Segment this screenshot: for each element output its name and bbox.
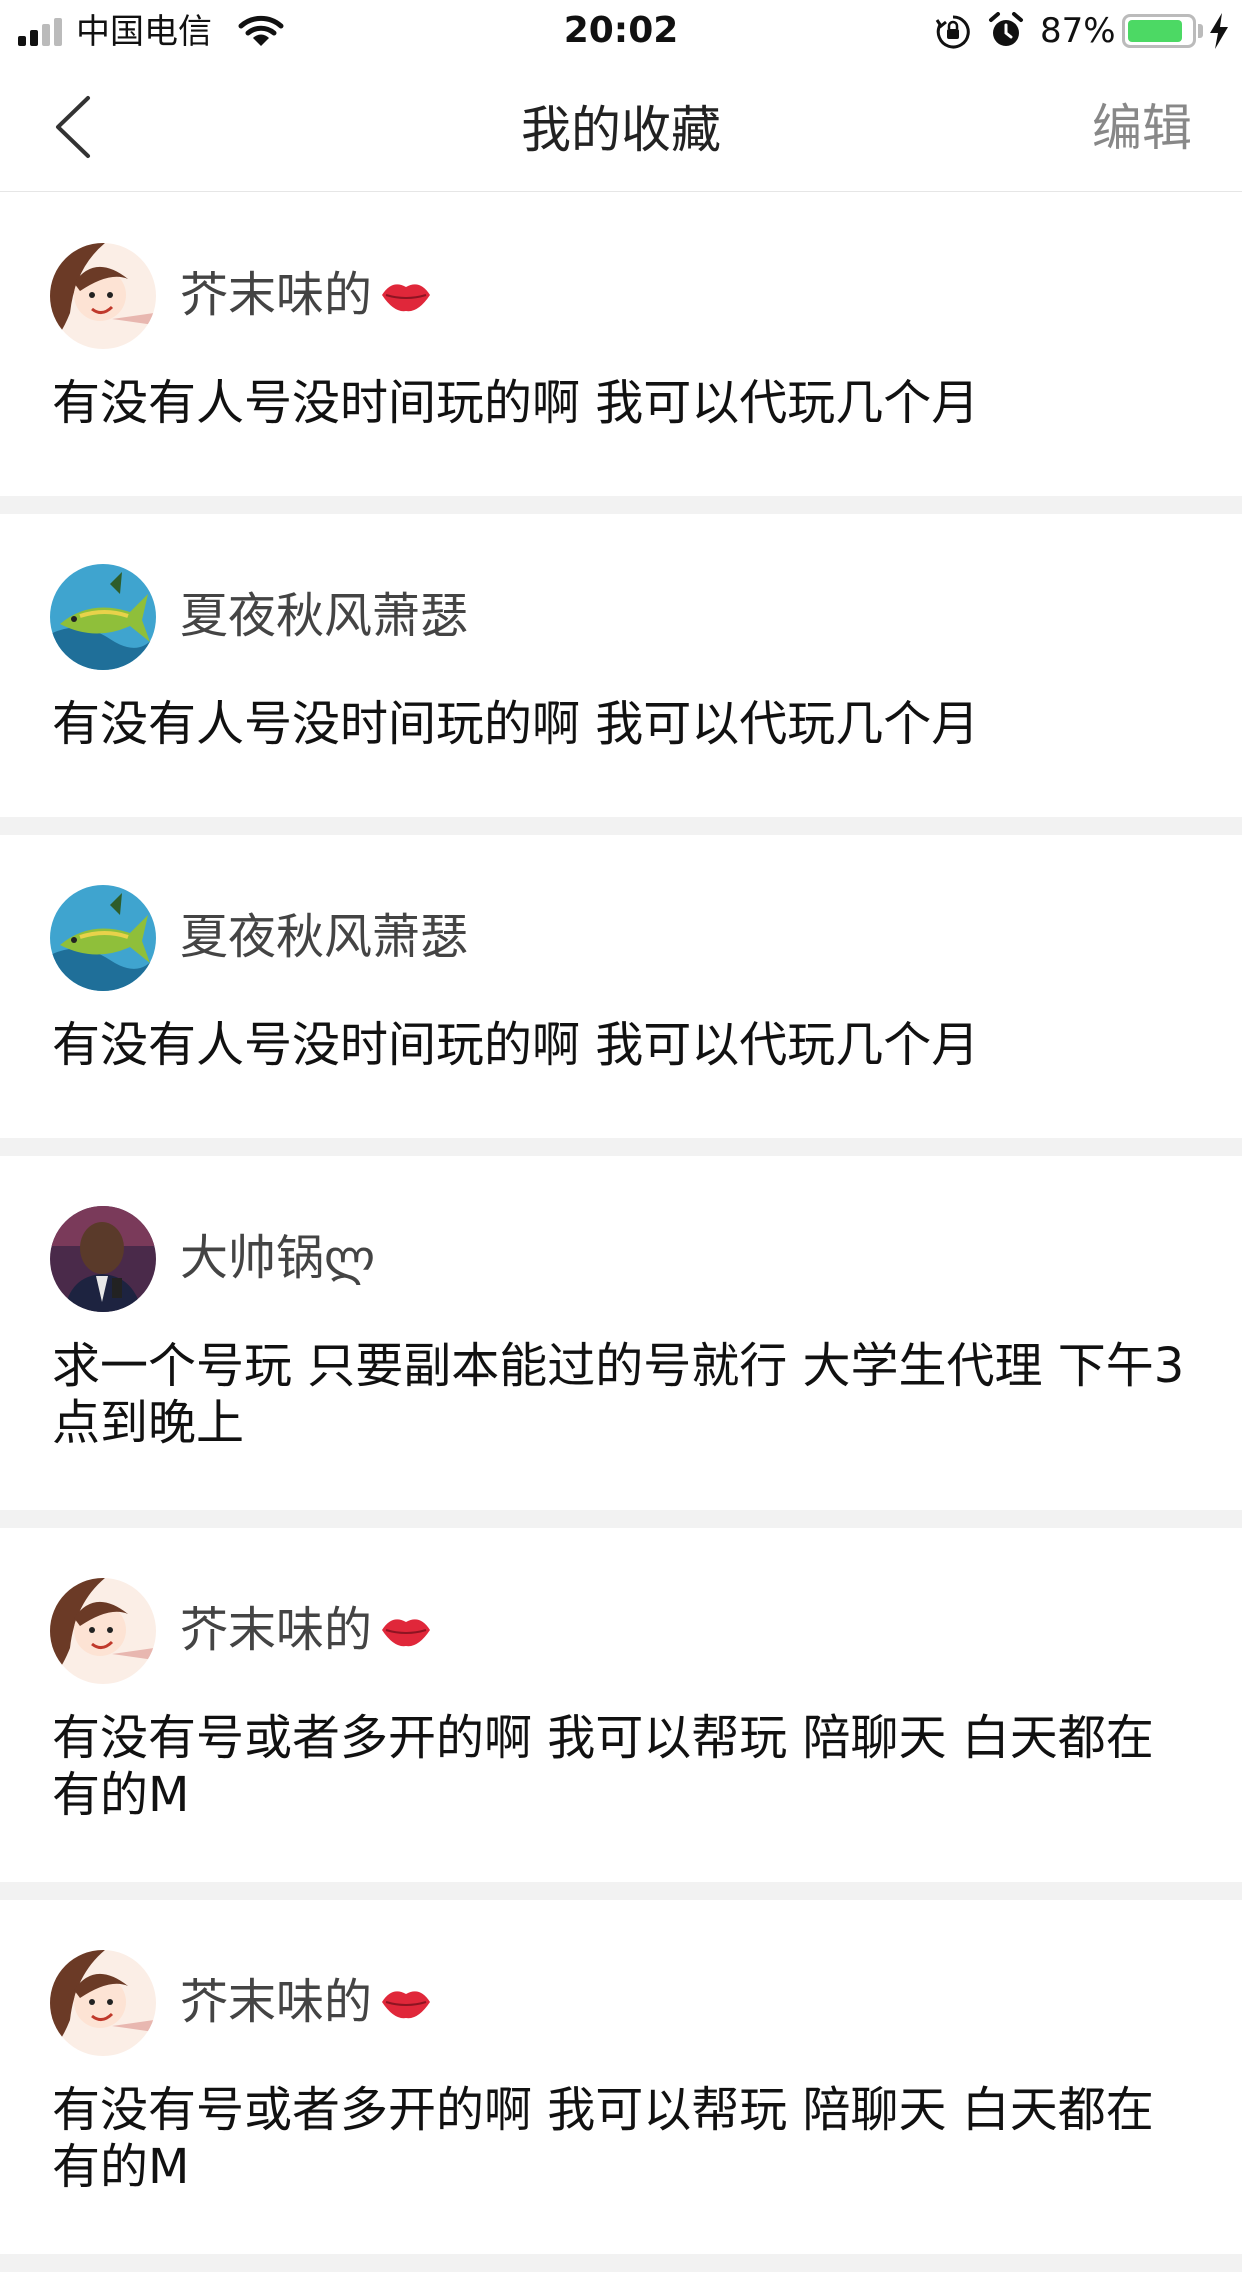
lips-icon [382,1619,431,1647]
battery-percent: 87% [1040,11,1116,51]
username[interactable]: 大帅锅ლ [180,1228,375,1288]
favorite-item[interactable]: 芥末味的 有没有号或者多开的啊 我可以帮玩 陪聊天 白天都在有的M [0,1528,1242,1900]
avatar[interactable] [50,243,156,349]
girl-cartoon-avatar-icon [50,1950,156,2056]
username[interactable]: 芥末味的 [180,1972,434,2032]
favorite-item[interactable]: 夏夜秋风萧瑟 有没有人号没时间玩的啊 我可以代玩几个月 [0,514,1242,835]
lips-icon [382,1991,431,2019]
username[interactable]: 芥末味的 [180,1600,434,1660]
post-text: 有没有号或者多开的啊 我可以帮玩 陪聊天 白天都在有的M [52,1710,1154,1823]
favorite-item[interactable]: 夏夜秋风萧瑟 有没有人号没时间玩的啊 我可以代玩几个月 [0,835,1242,1156]
battery-tip [1198,24,1203,38]
post-text: 有没有人号没时间玩的啊 我可以代玩几个月 [52,1017,980,1073]
navigation-bar: 我的收藏 编辑 [0,62,1242,192]
username[interactable]: 夏夜秋风萧瑟 [180,586,468,646]
avatar[interactable] [50,885,156,991]
avatar[interactable] [50,1206,156,1312]
favorite-item[interactable]: 芥末味的 有没有号或者多开的啊 我可以帮玩 陪聊天 白天都在有的M [0,1900,1242,2272]
rotation-lock-icon [935,15,970,49]
post-text: 有没有人号没时间玩的啊 我可以代玩几个月 [52,375,980,431]
favorites-list: 芥末味的 有没有人号没时间玩的啊 我可以代玩几个月 夏夜秋风萧瑟 有没有人号没时… [0,193,1242,2272]
post-text: 有没有人号没时间玩的啊 我可以代玩几个月 [52,696,980,752]
favorite-item[interactable]: 芥末味的 有没有人号没时间玩的啊 我可以代玩几个月 [0,193,1242,514]
charging-icon [1210,13,1228,49]
username[interactable]: 夏夜秋风萧瑟 [180,907,468,967]
alarm-icon [989,12,1023,46]
post-text: 有没有号或者多开的啊 我可以帮玩 陪聊天 白天都在有的M [52,2082,1154,2195]
page-title: 我的收藏 [521,101,721,159]
man-photo-avatar-icon [50,1206,156,1312]
fish-water-avatar-icon [50,885,156,991]
battery-level [1128,20,1182,42]
avatar[interactable] [50,1950,156,2056]
girl-cartoon-avatar-icon [50,243,156,349]
username[interactable]: 芥末味的 [180,265,434,325]
favorite-item[interactable]: 大帅锅ლ 求一个号玩 只要副本能过的号就行 大学生代理 下午3点到晚上 [0,1156,1242,1528]
avatar[interactable] [50,564,156,670]
avatar[interactable] [50,1578,156,1684]
fish-water-avatar-icon [50,564,156,670]
status-bar: 中国电信 20:02 87% [0,0,1242,62]
post-text: 求一个号玩 只要副本能过的号就行 大学生代理 下午3点到晚上 [52,1338,1185,1451]
lips-icon [382,284,431,312]
girl-cartoon-avatar-icon [50,1578,156,1684]
battery-icon [1122,14,1196,48]
edit-button[interactable]: 编辑 [1092,98,1192,158]
